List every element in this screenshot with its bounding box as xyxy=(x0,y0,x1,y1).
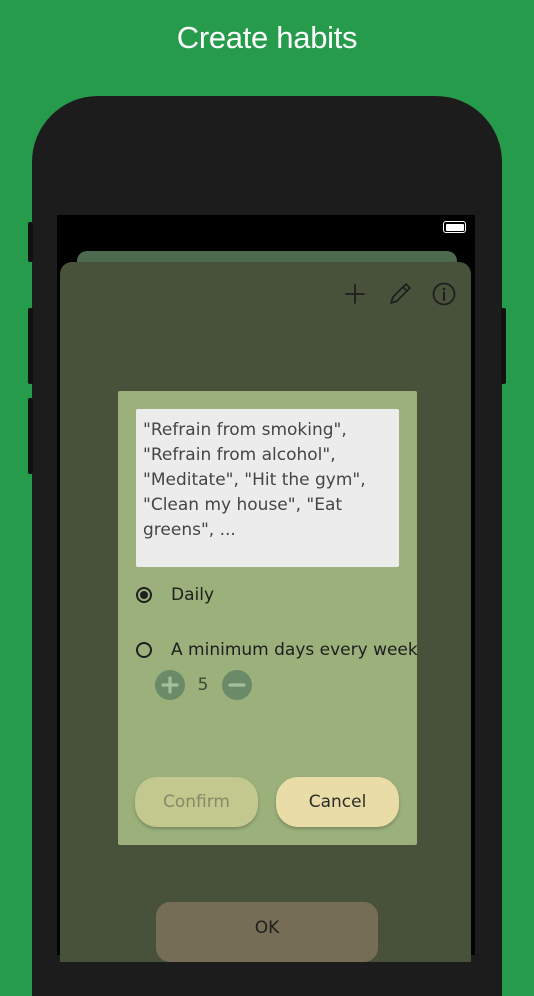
promo-headline: Create habits xyxy=(176,20,358,55)
pencil-icon[interactable] xyxy=(386,280,414,308)
confirm-button[interactable]: Confirm xyxy=(135,777,258,827)
decrement-days-button[interactable] xyxy=(222,670,252,700)
phone-volume-up-button xyxy=(28,308,33,384)
min-days-value: 5 xyxy=(197,675,209,695)
daily-option-label[interactable]: Daily xyxy=(171,583,214,607)
plus-circle-icon xyxy=(161,676,179,694)
habit-name-input[interactable]: "Refrain from smoking", "Refrain from al… xyxy=(136,409,399,567)
minus-circle-icon xyxy=(228,683,246,687)
cancel-button[interactable]: Cancel xyxy=(276,777,399,827)
phone-volume-down-button xyxy=(28,398,33,474)
ok-button[interactable]: OK xyxy=(156,902,378,962)
phone-mute-switch xyxy=(28,222,33,262)
plus-icon[interactable] xyxy=(341,280,369,308)
phone-power-button xyxy=(501,308,506,384)
daily-radio[interactable] xyxy=(136,587,152,603)
weekly-minimum-radio[interactable] xyxy=(136,642,152,658)
info-icon[interactable] xyxy=(430,280,458,308)
weekly-minimum-option-label[interactable]: A minimum days every week xyxy=(171,638,418,662)
battery-icon xyxy=(443,221,466,233)
increment-days-button[interactable] xyxy=(155,670,185,700)
